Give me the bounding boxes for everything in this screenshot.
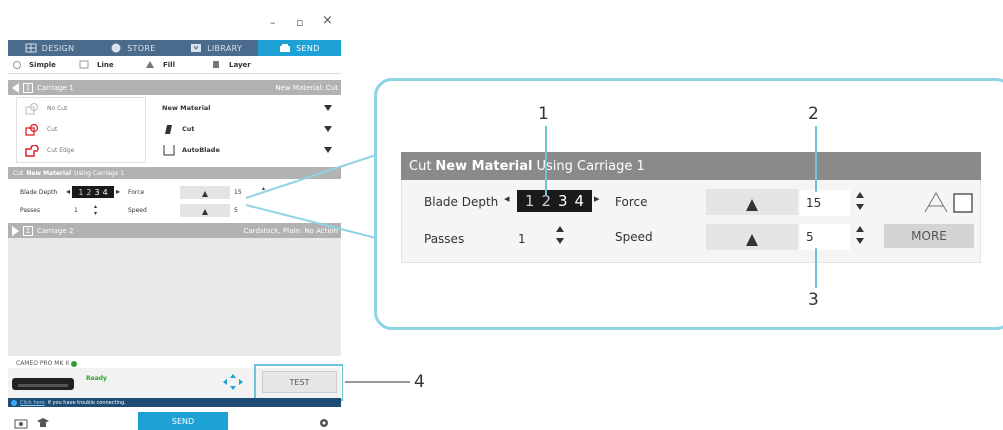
force-stepper-icon[interactable]: [856, 192, 864, 214]
slider-handle-icon: [746, 234, 758, 246]
annotation-1-leader: [545, 126, 547, 196]
depth-value: 1: [524, 192, 535, 210]
more-button[interactable]: MORE: [884, 224, 974, 248]
zoomed-force-value[interactable]: 15: [800, 190, 850, 216]
depth-value: 4: [574, 192, 585, 210]
zoomed-force-label: Force: [615, 195, 648, 209]
zoomed-speed-slider[interactable]: [706, 224, 798, 250]
zoomed-passes-value[interactable]: 1: [512, 226, 552, 252]
zoomed-cut-header: Cut New Material Using Carriage 1: [401, 152, 981, 180]
cut-material: New Material: [435, 158, 533, 174]
zoomed-passes-label: Passes: [424, 232, 465, 246]
annotation-4: 4: [414, 372, 425, 392]
annotation-3-leader: [815, 248, 817, 288]
zoomed-blade-depth-selector[interactable]: 1 2 3 4: [517, 190, 592, 212]
annotation-2: 2: [808, 104, 819, 124]
passes-stepper-icon[interactable]: [556, 226, 564, 248]
zoomed-speed-label: Speed: [615, 230, 653, 244]
speed-stepper-icon[interactable]: [856, 226, 864, 248]
cut-prefix: Cut: [409, 158, 432, 174]
arrow-right-icon[interactable]: ▸: [594, 192, 600, 205]
annotation-1: 1: [538, 104, 549, 124]
slider-handle-icon: [746, 199, 758, 211]
zoomed-force-slider[interactable]: [706, 189, 798, 215]
depth-value: 3: [558, 192, 568, 210]
arrow-left-icon[interactable]: ◂: [504, 192, 510, 205]
cut-suffix: Using Carriage 1: [536, 158, 645, 174]
annotation-3: 3: [808, 290, 819, 310]
zoomed-speed-value[interactable]: 5: [800, 224, 850, 250]
tool-blade-icon: [922, 190, 976, 218]
annotation-2-leader: [815, 126, 817, 192]
zoomed-blade-depth-label: Blade Depth: [424, 195, 499, 209]
